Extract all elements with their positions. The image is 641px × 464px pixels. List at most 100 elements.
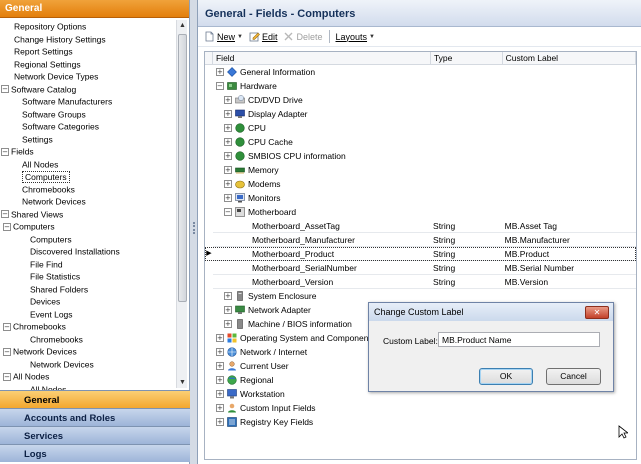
new-button[interactable]: New ▼ [204, 31, 243, 42]
tree-item[interactable]: Computers [0, 233, 176, 246]
column-header-type[interactable]: Type [431, 52, 503, 65]
tree-item[interactable]: Network Devices [0, 195, 176, 208]
table-row[interactable]: ▶ Motherboard_Product String MB.Product [205, 247, 636, 261]
expand-icon[interactable]: + [223, 292, 232, 300]
collapse-icon[interactable]: − [1, 147, 9, 156]
scrollbar-thumb[interactable] [178, 34, 187, 302]
table-row[interactable]: Motherboard_Version String MB.Version [205, 275, 636, 289]
expand-icon[interactable]: + [223, 110, 232, 118]
tree-item[interactable]: − Fields [0, 145, 176, 158]
expand-icon[interactable]: + [223, 138, 232, 146]
expand-icon[interactable]: + [215, 68, 224, 76]
tree-item[interactable]: Network Devices [0, 358, 176, 371]
expand-icon[interactable]: + [215, 348, 224, 356]
edit-button[interactable]: Edit [249, 31, 277, 42]
column-header-custom-label[interactable]: Custom Label [503, 52, 636, 65]
tree-item[interactable]: Software Categories [0, 120, 176, 133]
expand-icon[interactable]: + [223, 124, 232, 132]
column-header-field[interactable]: Field [213, 52, 431, 65]
tree-item[interactable]: Report Settings [0, 45, 176, 58]
expand-icon[interactable]: + [215, 362, 224, 370]
layouts-dropdown-chevron-icon[interactable]: ▼ [369, 34, 375, 40]
expand-icon[interactable]: + [223, 96, 232, 104]
ok-button[interactable]: OK [479, 368, 533, 385]
table-row[interactable]: + CPU [205, 121, 636, 135]
table-row[interactable]: + System Enclosure [205, 289, 636, 303]
expand-icon[interactable]: + [223, 166, 232, 174]
tree-item[interactable]: All Nodes [0, 158, 176, 171]
tree-item[interactable]: All Nodes [0, 383, 176, 390]
table-row[interactable]: + SMBIOS CPU information [205, 149, 636, 163]
collapse-icon[interactable]: − [223, 208, 232, 216]
nav-button-accounts-and-roles[interactable]: Accounts and Roles [0, 408, 190, 426]
tree-item[interactable]: − Network Devices [0, 345, 176, 358]
expand-icon[interactable]: + [215, 390, 224, 398]
table-row[interactable]: + General Information [205, 65, 636, 79]
expand-icon[interactable]: + [223, 194, 232, 202]
scroll-up-arrow-icon[interactable]: ▲ [177, 20, 188, 31]
delete-button[interactable]: Delete [283, 31, 323, 42]
table-row[interactable]: + CD/DVD Drive [205, 93, 636, 107]
tree-item[interactable]: − All Nodes [0, 370, 176, 383]
table-row[interactable]: + Monitors [205, 191, 636, 205]
tree-item[interactable]: Network Device Types [0, 70, 176, 83]
collapse-icon[interactable]: − [1, 210, 9, 219]
tree-item[interactable]: Change History Settings [0, 33, 176, 46]
table-row[interactable]: + Registry Key Fields [205, 415, 636, 429]
nav-button-general[interactable]: General [0, 390, 190, 408]
table-row[interactable]: − Motherboard [205, 205, 636, 219]
table-row[interactable]: − Hardware [205, 79, 636, 93]
table-row[interactable]: + Custom Input Fields [205, 401, 636, 415]
cancel-button[interactable]: Cancel [546, 368, 601, 385]
table-row[interactable]: + Display Adapter [205, 107, 636, 121]
collapse-icon[interactable]: − [3, 222, 11, 231]
expand-icon[interactable]: + [223, 152, 232, 160]
tree-item[interactable]: Settings [0, 133, 176, 146]
table-row[interactable]: + Memory [205, 163, 636, 177]
table-row[interactable]: + Modems [205, 177, 636, 191]
row-indicator [205, 387, 213, 401]
tree-item[interactable]: Chromebooks [0, 333, 176, 346]
tree-item[interactable]: Event Logs [0, 308, 176, 321]
table-row[interactable]: Motherboard_SerialNumber String MB.Serial … [205, 261, 636, 275]
tree-item[interactable]: Devices [0, 295, 176, 308]
expand-icon[interactable]: + [223, 306, 232, 314]
collapse-icon[interactable]: − [3, 322, 11, 331]
scroll-down-arrow-icon[interactable]: ▼ [177, 377, 188, 388]
collapse-icon[interactable]: − [3, 347, 11, 356]
tree-item[interactable]: Shared Folders [0, 283, 176, 296]
nav-button-services[interactable]: Services [0, 426, 190, 444]
expand-icon[interactable]: + [215, 376, 224, 384]
dialog-close-button[interactable]: ✕ [585, 306, 609, 319]
tree-scrollbar[interactable]: ▲ ▼ [176, 20, 187, 388]
expand-icon[interactable]: + [215, 404, 224, 412]
table-row[interactable]: Motherboard_AssetTag String MB.Asset Tag [205, 219, 636, 233]
new-dropdown-chevron-icon[interactable]: ▼ [237, 34, 243, 40]
nav-button-logs[interactable]: Logs [0, 444, 190, 462]
tree-item[interactable]: File Statistics [0, 270, 176, 283]
table-row[interactable]: Motherboard_Manufacturer String MB.Manufac… [205, 233, 636, 247]
tree-item[interactable]: − Computers [0, 220, 176, 233]
collapse-icon[interactable]: − [215, 82, 224, 90]
tree-item[interactable]: Software Manufacturers [0, 95, 176, 108]
layouts-button[interactable]: Layouts ▼ [336, 32, 375, 42]
expand-icon[interactable]: + [223, 320, 232, 328]
expand-icon[interactable]: + [223, 180, 232, 188]
memory-icon [235, 167, 245, 174]
tree-item[interactable]: Software Groups [0, 108, 176, 121]
expand-icon[interactable]: + [215, 334, 224, 342]
tree-item[interactable]: File Find [0, 258, 176, 271]
tree-item[interactable]: − Shared Views [0, 208, 176, 221]
tree-item[interactable]: Regional Settings [0, 58, 176, 71]
collapse-icon[interactable]: − [3, 372, 11, 381]
tree-item[interactable]: Repository Options [0, 20, 176, 33]
tree-item[interactable]: Discovered Installations [0, 245, 176, 258]
tree-item[interactable]: − Software Catalog [0, 83, 176, 96]
tree-item[interactable]: Chromebooks [0, 183, 176, 196]
tree-item[interactable]: Computers [0, 170, 176, 183]
collapse-icon[interactable]: − [1, 85, 9, 94]
table-row[interactable]: + CPU Cache [205, 135, 636, 149]
tree-item[interactable]: − Chromebooks [0, 320, 176, 333]
expand-icon[interactable]: + [215, 418, 224, 426]
custom-label-input[interactable] [438, 332, 600, 347]
